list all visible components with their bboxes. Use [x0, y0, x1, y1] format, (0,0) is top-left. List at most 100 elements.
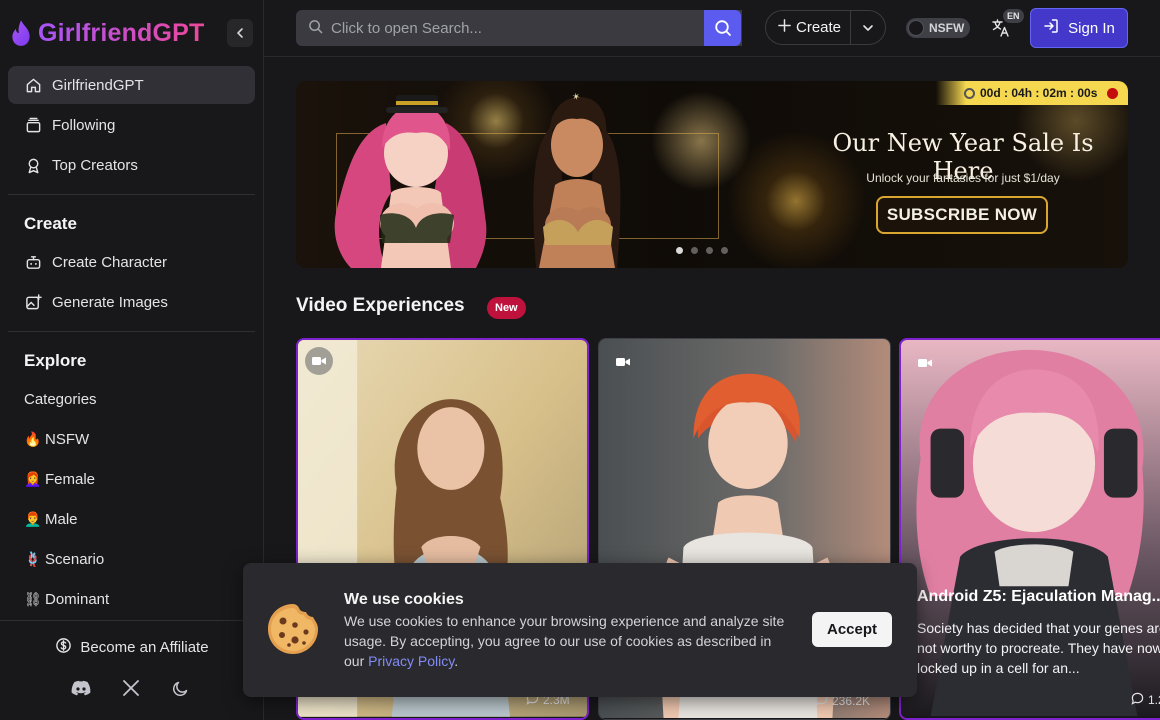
- brand-name: GirlfriendGPT: [38, 18, 205, 47]
- sidebar-item-create-character[interactable]: Create Character: [8, 243, 255, 281]
- carousel-dots: [676, 247, 728, 254]
- cookie-text-end: .: [454, 653, 459, 669]
- accept-cookies-button[interactable]: Accept: [812, 612, 892, 647]
- discord-icon[interactable]: [69, 676, 93, 700]
- topbar: Click to open Search... Create NSFW EN S…: [264, 0, 1160, 57]
- chat-count: 1.2: [1131, 692, 1160, 708]
- sidebar-item-categories[interactable]: Categories: [8, 380, 255, 418]
- sidebar-item-label: Categories: [24, 390, 97, 408]
- sign-in-label: Sign In: [1068, 19, 1115, 37]
- cookie-text: We use cookies to enhance your browsing …: [344, 611, 794, 671]
- photo-character-illustration: ✶: [533, 91, 621, 268]
- sidebar-item-scenario[interactable]: 🪢 Scenario: [8, 540, 255, 578]
- affiliate-label: Become an Affiliate: [80, 638, 209, 656]
- cookie-icon: [268, 604, 318, 654]
- privacy-policy-link[interactable]: Privacy Policy: [368, 653, 454, 669]
- carousel-dot[interactable]: [706, 247, 713, 254]
- male-icon: 👨‍🦰: [24, 510, 42, 527]
- cookie-title: We use cookies: [344, 591, 464, 608]
- search-placeholder: Click to open Search...: [331, 19, 482, 37]
- sidebar-item-generate-images[interactable]: Generate Images: [8, 283, 255, 321]
- anime-character-illustration: [334, 95, 487, 268]
- video-camera-icon: [305, 347, 333, 375]
- sidebar-item-label: Top Creators: [52, 156, 138, 174]
- image-plus-icon: [24, 293, 42, 311]
- award-icon: [24, 156, 42, 174]
- sidebar-item-label: Create Character: [52, 253, 168, 271]
- carousel-dot[interactable]: [691, 247, 698, 254]
- app-root: GirlfriendGPT GirlfriendGPT Following To…: [0, 0, 1160, 720]
- new-badge: New: [487, 297, 526, 319]
- bot-icon: [24, 253, 42, 271]
- toggle-knob: [908, 20, 924, 36]
- cookie-consent-banner: We use cookies We use cookies to enhance…: [243, 563, 917, 697]
- search-icon: [714, 20, 731, 36]
- search-icon: [308, 19, 323, 38]
- sidebar-divider: [8, 194, 255, 195]
- svg-text:✶: ✶: [571, 91, 582, 104]
- sidebar-item-label: Male: [45, 510, 78, 528]
- sidebar-item-label: Generate Images: [52, 293, 168, 311]
- promo-banner[interactable]: ✶ 00d : 04h : 02m : 00s Our New Year Sal…: [296, 81, 1128, 268]
- knot-icon: 🪢: [24, 550, 42, 567]
- sidebar-item-male[interactable]: 👨‍🦰 Male: [8, 500, 255, 538]
- language-badge: EN: [1003, 9, 1024, 23]
- sidebar-item-female[interactable]: 👩‍🦰 Female: [8, 460, 255, 498]
- female-icon: 👩‍🦰: [24, 470, 42, 487]
- character-card[interactable]: Android Z5: Ejaculation Manag... Society…: [899, 338, 1160, 720]
- nsfw-toggle[interactable]: NSFW: [906, 18, 970, 38]
- carousel-dot[interactable]: [676, 247, 683, 254]
- subscribe-now-button[interactable]: SUBSCRIBE NOW: [876, 196, 1048, 234]
- search-button[interactable]: [704, 10, 741, 46]
- create-label: Create: [796, 19, 842, 36]
- video-camera-icon: [611, 350, 635, 374]
- chevron-down-icon: [863, 24, 873, 31]
- dollar-circle-icon: [55, 637, 72, 658]
- plus-icon: [778, 19, 791, 36]
- sidebar-item-home[interactable]: GirlfriendGPT: [8, 66, 255, 104]
- create-button-group: Create: [765, 10, 886, 45]
- sidebar-item-label: Dominant: [45, 590, 110, 608]
- nsfw-label: NSFW: [929, 21, 965, 35]
- section-title: Video Experiences: [296, 295, 465, 316]
- sidebar-item-nsfw[interactable]: 🔥 NSFW: [8, 420, 255, 458]
- create-section-title: Create: [24, 214, 77, 233]
- brand-logo[interactable]: GirlfriendGPT: [8, 14, 205, 52]
- chains-icon: ⛓: [24, 590, 42, 607]
- following-icon: [24, 116, 42, 134]
- sale-countdown-timer: 00d : 04h : 02m : 00s: [936, 81, 1128, 105]
- sidebar-item-label: Scenario: [45, 550, 105, 568]
- video-camera-icon: [913, 351, 937, 375]
- create-button[interactable]: Create: [766, 11, 852, 44]
- chevron-left-icon: [237, 28, 243, 38]
- sign-in-button[interactable]: Sign In: [1030, 8, 1128, 48]
- countdown-text: 00d : 04h : 02m : 00s: [980, 86, 1098, 100]
- login-icon: [1043, 18, 1059, 38]
- chat-count-value: 1.2: [1148, 693, 1160, 707]
- become-affiliate-link[interactable]: Become an Affiliate: [0, 630, 264, 664]
- card-title: Android Z5: Ejaculation Manag...: [917, 588, 1160, 605]
- sidebar-item-label: GirlfriendGPT: [52, 76, 144, 94]
- sidebar: GirlfriendGPT GirlfriendGPT Following To…: [0, 0, 264, 720]
- sale-subtitle: Unlock your fantasies for just $1/day: [866, 171, 1060, 185]
- sidebar-footer-divider: [0, 620, 264, 621]
- sidebar-item-label: Female: [45, 470, 96, 488]
- create-dropdown-button[interactable]: [851, 11, 885, 44]
- message-icon: [1131, 692, 1144, 708]
- sidebar-item-following[interactable]: Following: [8, 106, 255, 144]
- sidebar-divider: [8, 331, 255, 332]
- sidebar-item-label: NSFW: [45, 430, 90, 448]
- sidebar-item-top-creators[interactable]: Top Creators: [8, 146, 255, 184]
- explore-section-title: Explore: [24, 351, 87, 370]
- card-description: Society has decided that your genes are …: [917, 620, 1160, 676]
- search-input[interactable]: Click to open Search...: [296, 10, 742, 46]
- x-icon[interactable]: [119, 676, 143, 700]
- sidebar-item-dominant[interactable]: ⛓ Dominant: [8, 580, 255, 618]
- carousel-dot[interactable]: [721, 247, 728, 254]
- home-icon: [24, 76, 42, 94]
- flame-logo-icon: [12, 20, 30, 46]
- clock-icon: [964, 87, 975, 99]
- moon-icon[interactable]: [169, 676, 193, 700]
- collapse-sidebar-button[interactable]: [227, 19, 253, 47]
- sidebar-item-label: Following: [52, 116, 116, 134]
